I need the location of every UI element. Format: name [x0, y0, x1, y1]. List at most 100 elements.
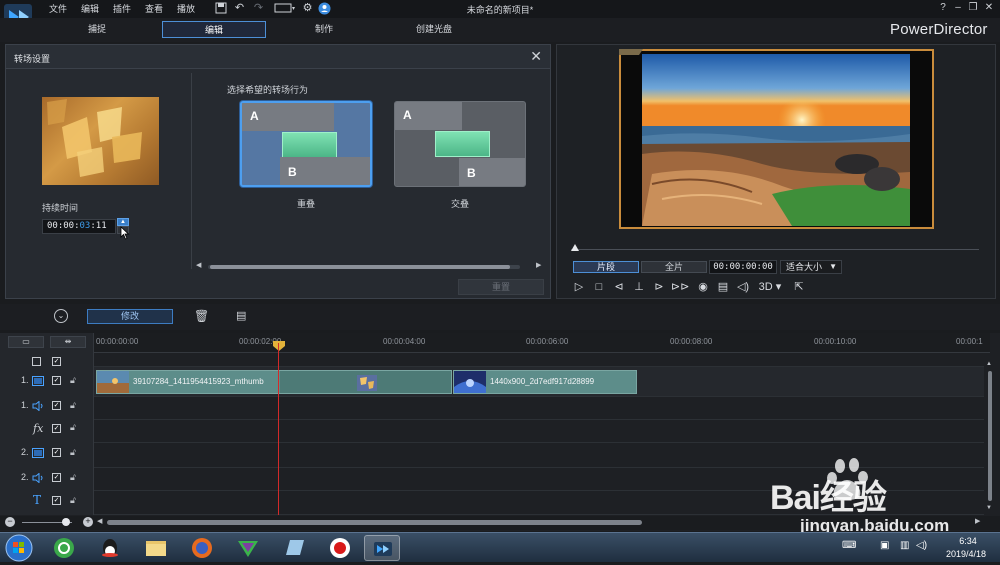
expand-chevron-icon[interactable]: ⌄ — [54, 309, 68, 323]
duration-increase-button[interactable]: ▲ — [117, 218, 129, 226]
menu-playback[interactable]: 播放 — [177, 2, 195, 15]
movie-mode-button[interactable]: 全片 — [641, 261, 707, 273]
track-enable-checkbox[interactable]: ✓ — [52, 424, 61, 433]
video-clip[interactable]: 39107284_1411954415923_mthumb — [96, 370, 452, 394]
overlap-option-card[interactable]: A B — [240, 101, 372, 187]
lock-icon[interactable]: 🔓︎ — [70, 495, 76, 506]
clock-time[interactable]: 6:34 — [946, 536, 990, 546]
track-enable-checkbox[interactable]: ✓ — [52, 473, 61, 482]
timeline-scroll-thumb[interactable] — [107, 520, 642, 525]
video-clip[interactable]: 1440x900_2d7edf917d28899 — [453, 370, 637, 394]
taskbar-app-powerdirector[interactable] — [364, 535, 400, 561]
track-number: 1. — [21, 400, 29, 410]
track-enable-checkbox[interactable]: ✓ — [52, 401, 61, 410]
taskbar-app-refresh[interactable] — [46, 535, 82, 561]
clip-mode-button[interactable]: 片段 — [573, 261, 639, 273]
undo-icon[interactable]: ↶ — [233, 2, 246, 15]
reset-button[interactable]: 重置 — [458, 279, 544, 295]
title-bar: 文件 编辑 插件 查看 播放 ↶ ↷ ⚙ 未命名的新项目* ? – ❐ ✕ — [0, 0, 1000, 30]
more-tools-icon[interactable]: ▤ — [236, 309, 246, 322]
tab-produce[interactable]: 制作 — [272, 21, 376, 38]
taskbar-app-qq[interactable] — [92, 535, 128, 561]
duration-input[interactable]: 00:00:03:11 — [42, 219, 116, 234]
help-button[interactable]: ? — [936, 1, 950, 15]
modify-button[interactable]: 修改 — [87, 309, 173, 324]
scroll-down-icon[interactable]: ▼ — [986, 505, 992, 511]
scroll-up-icon[interactable]: ▲ — [986, 361, 992, 367]
tab-edit[interactable]: 编辑 — [162, 21, 266, 38]
preview-timecode[interactable]: 00:00:00:00 — [709, 260, 777, 274]
lock-icon[interactable]: 🔓︎ — [70, 447, 76, 458]
preview-seek-bar[interactable] — [571, 244, 979, 254]
close-icon[interactable]: ✕ — [530, 48, 542, 65]
effect-track[interactable] — [94, 420, 984, 443]
save-icon[interactable] — [214, 2, 227, 15]
volume-icon[interactable]: ◁) — [735, 279, 751, 295]
menu-plugins[interactable]: 插件 — [113, 2, 131, 15]
cross-option-card[interactable]: A B — [394, 101, 526, 187]
close-window-button[interactable]: ✕ — [982, 1, 996, 15]
taskbar-app-recorder[interactable] — [322, 535, 358, 561]
taskbar-app-notes[interactable] — [276, 535, 312, 561]
menu-file[interactable]: 文件 — [49, 2, 67, 15]
scroll-left-icon[interactable]: ◀ — [97, 517, 102, 525]
timeline-ruler[interactable]: 00:00:00:00 00:00:02:00 00:00:04:00 00:0… — [94, 333, 990, 353]
network-tray-icon[interactable]: ▥ — [900, 540, 909, 551]
scroll-left-icon[interactable]: ◀ — [196, 261, 201, 269]
undock-icon[interactable]: ⇱ — [791, 279, 807, 295]
track-enable-checkbox[interactable]: ✓ — [52, 448, 61, 457]
device-tray-icon[interactable]: ▣ — [880, 540, 889, 551]
subtitle-icon[interactable]: ▤ — [715, 279, 731, 295]
lock-icon[interactable]: 🔓︎ — [70, 375, 76, 386]
fast-forward-icon[interactable]: ⊳⊳ — [671, 279, 689, 295]
lock-icon[interactable]: 🔓︎ — [70, 422, 76, 433]
stop-icon[interactable]: □ — [591, 279, 607, 295]
keyboard-tray-icon[interactable]: ⌨ — [842, 540, 856, 551]
tab-create-disc[interactable]: 创建光盘 — [382, 21, 486, 38]
track-enable-checkbox[interactable]: ✓ — [52, 496, 61, 505]
scroll-right-icon[interactable]: ▶ — [536, 261, 541, 269]
tab-capture[interactable]: 捕捉 — [45, 21, 149, 38]
start-button-icon[interactable] — [4, 534, 34, 562]
taskbar-app-media[interactable] — [230, 535, 266, 561]
clock-date[interactable]: 2019/4/18 — [938, 549, 994, 559]
lock-icon[interactable]: 🔓︎ — [70, 400, 76, 411]
account-icon[interactable] — [318, 2, 331, 15]
redo-icon[interactable]: ↷ — [252, 2, 265, 15]
video-track-1[interactable]: 39107284_1411954415923_mthumb 1440x900_2… — [94, 367, 984, 397]
audio-track-1[interactable] — [94, 397, 984, 420]
timeline-vertical-scrollbar[interactable]: ▲ ▼ — [986, 361, 994, 513]
menu-view[interactable]: 查看 — [145, 2, 163, 15]
settings-gear-icon[interactable]: ⚙ — [301, 2, 314, 15]
3d-mode-button[interactable]: 3D ▾ — [755, 279, 785, 295]
panel-horizontal-scrollbar[interactable]: ◀ ▶ — [196, 261, 544, 271]
zoom-fit-dropdown[interactable]: 适合大小 ▼ — [780, 260, 842, 274]
next-frame-icon[interactable]: ⊳ — [651, 279, 667, 295]
volume-tray-icon[interactable]: ◁) — [916, 540, 927, 551]
taskbar-app-firefox[interactable] — [184, 535, 220, 561]
taskbar-app-explorer[interactable] — [138, 535, 174, 561]
aspect-ratio-icon[interactable] — [273, 2, 297, 15]
zoom-in-icon[interactable]: + — [83, 517, 93, 527]
play-icon[interactable]: ▷ — [571, 279, 587, 295]
zoom-out-icon[interactable]: − — [5, 517, 15, 527]
scroll-right-icon[interactable]: ▶ — [975, 517, 980, 525]
select-all-tracks-checkbox[interactable] — [32, 357, 41, 366]
minimize-button[interactable]: – — [951, 1, 965, 15]
restore-button[interactable]: ❐ — [966, 1, 980, 15]
delete-trash-icon[interactable]: 🗑 — [194, 309, 209, 323]
fit-timeline-icon[interactable]: ⇹ — [50, 336, 86, 348]
previous-frame-icon[interactable]: ⊲ — [611, 279, 627, 295]
track-manager-icon[interactable]: ▭ — [8, 336, 44, 348]
menu-edit[interactable]: 编辑 — [81, 2, 99, 15]
lock-icon[interactable]: 🔓︎ — [70, 472, 76, 483]
scroll-thumb[interactable] — [988, 371, 992, 501]
zoom-slider-knob[interactable] — [62, 518, 70, 526]
track-enable-checkbox[interactable]: ✓ — [52, 376, 61, 385]
scroll-thumb[interactable] — [210, 265, 510, 269]
enable-all-tracks-checkbox[interactable]: ✓ — [52, 357, 61, 366]
snapshot-camera-icon[interactable]: ◉ — [695, 279, 711, 295]
seek-knob[interactable] — [571, 244, 579, 251]
split-icon[interactable]: ⊥ — [631, 279, 647, 295]
behavior-label: 选择希望的转场行为 — [227, 85, 309, 95]
